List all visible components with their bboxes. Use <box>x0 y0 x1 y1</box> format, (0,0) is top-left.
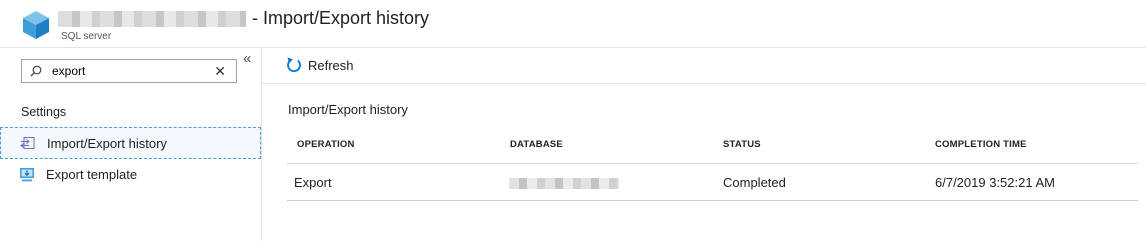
page-title: - Import/Export history <box>252 8 430 28</box>
redacted-server-name <box>58 11 246 27</box>
search-icon <box>30 65 42 77</box>
command-bar: Refresh <box>262 48 1146 84</box>
sidebar-item-label: Export template <box>46 167 138 182</box>
export-template-icon <box>20 168 34 182</box>
cell-completion-time: 6/7/2019 3:52:21 AM <box>935 175 1055 190</box>
sidebar-item-export-template[interactable]: Export template <box>0 159 261 191</box>
table-row[interactable]: Export Completed 6/7/2019 3:52:21 AM <box>287 164 1138 201</box>
menu-section-settings: Settings <box>21 105 67 119</box>
sidebar-item-label: Import/Export history <box>47 136 167 151</box>
column-header-completion-time[interactable]: COMPLETION TIME <box>935 139 1027 150</box>
sidebar-item-import-export-history[interactable]: Import/Export history <box>0 127 261 159</box>
table-header-row: OPERATION DATABASE STATUS COMPLETION TIM… <box>287 126 1138 164</box>
column-header-status[interactable]: STATUS <box>723 139 761 150</box>
history-section-title: Import/Export history <box>288 102 408 117</box>
blade-header: - Import/Export history SQL server <box>0 0 1146 48</box>
page-subtitle: SQL server <box>61 31 112 42</box>
collapse-menu-icon[interactable]: « <box>243 50 251 67</box>
cell-operation: Export <box>294 175 332 190</box>
menu-search-box[interactable]: ✕ <box>21 59 237 83</box>
menu-search-input[interactable] <box>52 63 202 79</box>
column-header-operation[interactable]: OPERATION <box>297 139 355 150</box>
resource-menu: ✕ « Settings Import/Export history Expor… <box>0 48 262 241</box>
cell-database-redacted <box>509 178 619 189</box>
cell-status: Completed <box>723 175 786 190</box>
refresh-label: Refresh <box>308 58 354 73</box>
import-export-icon <box>20 137 35 149</box>
refresh-icon <box>287 57 301 72</box>
history-table: OPERATION DATABASE STATUS COMPLETION TIM… <box>287 126 1138 201</box>
sql-server-cube-icon <box>23 11 49 39</box>
column-header-database[interactable]: DATABASE <box>510 139 563 150</box>
clear-search-icon[interactable]: ✕ <box>214 62 226 80</box>
